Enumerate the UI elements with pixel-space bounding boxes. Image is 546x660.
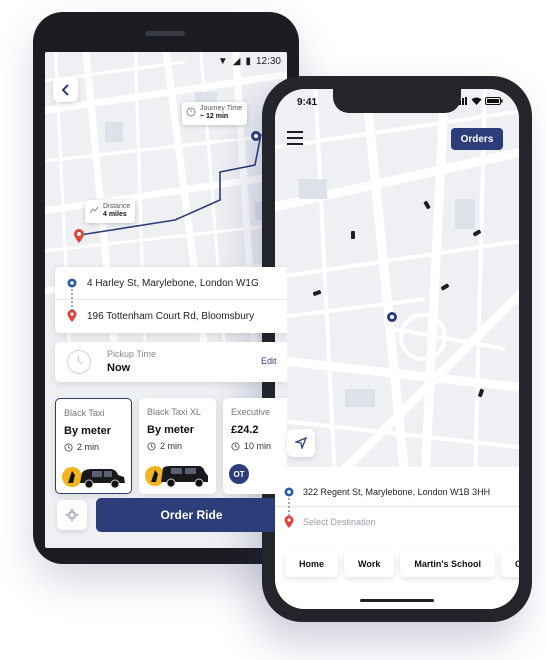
clock-icon — [147, 441, 156, 451]
speaker — [145, 31, 185, 36]
pickup-time-value: Now — [107, 362, 131, 374]
destination-placeholder: Select Destination — [303, 517, 376, 527]
pickup-time-card[interactable]: Pickup Time Now Edit — [55, 342, 287, 382]
destination-panel: 322 Regent St, Marylebone, London W1B 3H… — [275, 467, 519, 609]
vehicle-name: Executive — [231, 407, 271, 417]
battery-icon — [485, 97, 503, 105]
pickup-address: 4 Harley St, Marylebone, London W1G — [87, 277, 259, 289]
journey-time-tooltip: Journey Time ~ 12 min — [182, 102, 248, 125]
android-phone: ▼ ◢ ▮ 12:30 Journey Time ~ 12 min Distan… — [33, 12, 299, 564]
black-taxi-xl-icon — [145, 466, 208, 488]
gear-icon — [65, 508, 79, 522]
clock-icon — [231, 441, 240, 451]
pickup-address-row[interactable]: 322 Regent St, Marylebone, London W1B 3H… — [275, 477, 519, 507]
distance-label: Distance — [103, 203, 131, 210]
chevron-left-icon — [61, 83, 69, 96]
signal-icon: ▼ — [217, 55, 228, 67]
vehicle-option-black-taxi-xl[interactable]: Black Taxi XL By meter 2 min — [139, 398, 216, 494]
dropoff-address: 196 Tottenham Court Rd, Bloomsbury — [87, 311, 255, 322]
vehicle-price: By meter — [147, 424, 195, 436]
shortcut-work[interactable]: Work — [344, 551, 395, 577]
pickup-address-row[interactable]: 4 Harley St, Marylebone, London W1G — [55, 267, 287, 300]
pickup-address: 322 Regent St, Marylebone, London W1B 3H… — [303, 486, 491, 497]
vehicle-option-black-taxi[interactable]: Black Taxi By meter 2 min — [55, 398, 132, 494]
vehicle-name: Black Taxi — [64, 408, 105, 418]
battery-icon: ▮ — [245, 55, 251, 67]
destination-pin-icon — [74, 229, 84, 243]
saved-places: Home Work Martin's School Co — [285, 551, 519, 577]
wifi-icon — [471, 97, 482, 105]
route-connector — [71, 289, 73, 311]
status-bar: ▼ ◢ ▮ 12:30 — [45, 52, 287, 70]
clock-icon — [64, 442, 73, 452]
distance-tooltip: Distance 4 miles — [85, 200, 136, 223]
vehicle-name: Black Taxi XL — [147, 407, 201, 417]
shortcut-martins-school[interactable]: Martin's School — [400, 551, 496, 577]
origin-dot-icon — [284, 487, 294, 497]
order-ride-button[interactable]: Order Ride — [96, 498, 287, 532]
destination-pin-icon — [67, 309, 77, 322]
distance-value: 4 miles — [103, 211, 127, 219]
operator-badge: OT — [229, 464, 249, 484]
android-screen: ▼ ◢ ▮ 12:30 Journey Time ~ 12 min Distan… — [45, 52, 287, 548]
journey-time-value: ~ 12 min — [200, 113, 229, 121]
back-button[interactable] — [53, 77, 78, 102]
cellular-icon: ◢ — [232, 55, 241, 67]
status-time: 9:41 — [297, 97, 318, 108]
stopwatch-icon — [186, 107, 196, 117]
iphone-screen: 9:41 Orders 322 Regent St, Marylebone, L… — [275, 89, 519, 609]
vehicle-price: By meter — [64, 425, 112, 437]
navigation-arrow-icon — [295, 437, 307, 449]
status-time: 12:30 — [255, 55, 281, 67]
vehicle-eta: 10 min — [231, 441, 287, 451]
vehicle-eta: 2 min — [147, 441, 208, 451]
notch — [333, 89, 461, 113]
clock-icon — [67, 350, 91, 374]
pickup-time-label: Pickup Time — [107, 349, 157, 359]
journey-time-label: Journey Time — [200, 105, 243, 112]
route-card: 4 Harley St, Marylebone, London W1G 196 … — [55, 267, 287, 333]
pickup-time-edit-link[interactable]: Edit — [261, 356, 277, 366]
destination-pin-icon — [284, 515, 294, 528]
hamburger-menu-icon[interactable] — [287, 131, 303, 145]
distance-icon — [89, 206, 99, 214]
vehicle-eta: 2 min — [64, 442, 123, 452]
orders-button[interactable]: Orders — [451, 128, 503, 150]
dropoff-address-row[interactable]: 196 Tottenham Court Rd, Bloomsbury — [55, 300, 287, 333]
settings-button[interactable] — [57, 500, 87, 530]
origin-pin-icon — [251, 131, 261, 141]
shortcut-home[interactable]: Home — [285, 551, 339, 577]
destination-input[interactable]: Select Destination — [275, 507, 519, 537]
black-taxi-icon — [62, 467, 125, 489]
vehicle-options: Black Taxi By meter 2 min Black Taxi XL … — [55, 398, 287, 494]
vehicle-price: £24.2 — [231, 424, 259, 436]
shortcut-more[interactable]: Co — [501, 551, 519, 577]
home-indicator — [360, 599, 434, 602]
locate-me-button[interactable] — [287, 429, 315, 457]
iphone: 9:41 Orders 322 Regent St, Marylebone, L… — [262, 76, 532, 622]
origin-dot-icon — [67, 278, 77, 288]
